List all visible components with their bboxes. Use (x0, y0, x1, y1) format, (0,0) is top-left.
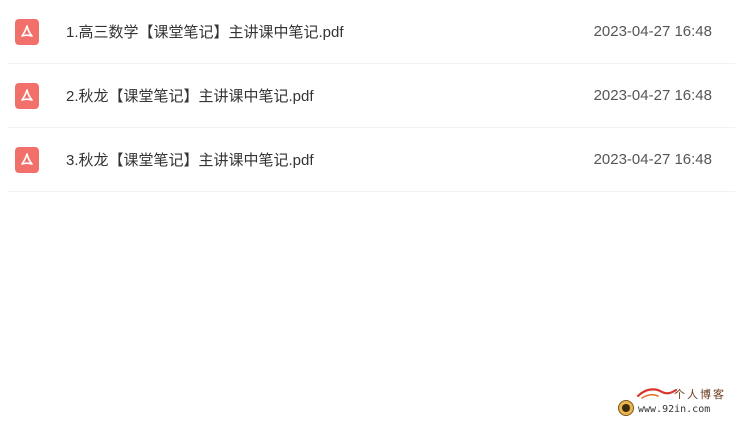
file-name[interactable]: 2.秋龙【课堂笔记】主讲课中笔记.pdf (66, 85, 314, 106)
pdf-icon (15, 82, 39, 109)
pdf-glyph-icon (21, 88, 33, 101)
pdf-icon (15, 18, 39, 45)
watermark-title: 个人博客 (674, 388, 726, 401)
file-date: 2023-04-27 16:48 (593, 87, 712, 104)
file-name[interactable]: 3.秋龙【课堂笔记】主讲课中笔记.pdf (66, 149, 314, 170)
blog-watermark: 个人博客 www.92in.com (612, 384, 732, 420)
watermark-url: www.92in.com (638, 404, 711, 415)
file-row[interactable]: 2.秋龙【课堂笔记】主讲课中笔记.pdf 2023-04-27 16:48 (8, 64, 735, 128)
file-row[interactable]: 1.高三数学【课堂笔记】主讲课中笔记.pdf 2023-04-27 16:48 (8, 0, 735, 64)
file-list: 1.高三数学【课堂笔记】主讲课中笔记.pdf 2023-04-27 16:48 … (8, 0, 735, 192)
file-name[interactable]: 1.高三数学【课堂笔记】主讲课中笔记.pdf (66, 21, 344, 42)
file-date: 2023-04-27 16:48 (593, 23, 712, 40)
pdf-glyph-icon (21, 24, 33, 37)
pdf-glyph-icon (21, 152, 33, 165)
watermark-emblem-icon (618, 400, 634, 416)
pdf-icon (15, 146, 39, 173)
file-row[interactable]: 3.秋龙【课堂笔记】主讲课中笔记.pdf 2023-04-27 16:48 (8, 128, 735, 192)
file-date: 2023-04-27 16:48 (593, 151, 712, 168)
